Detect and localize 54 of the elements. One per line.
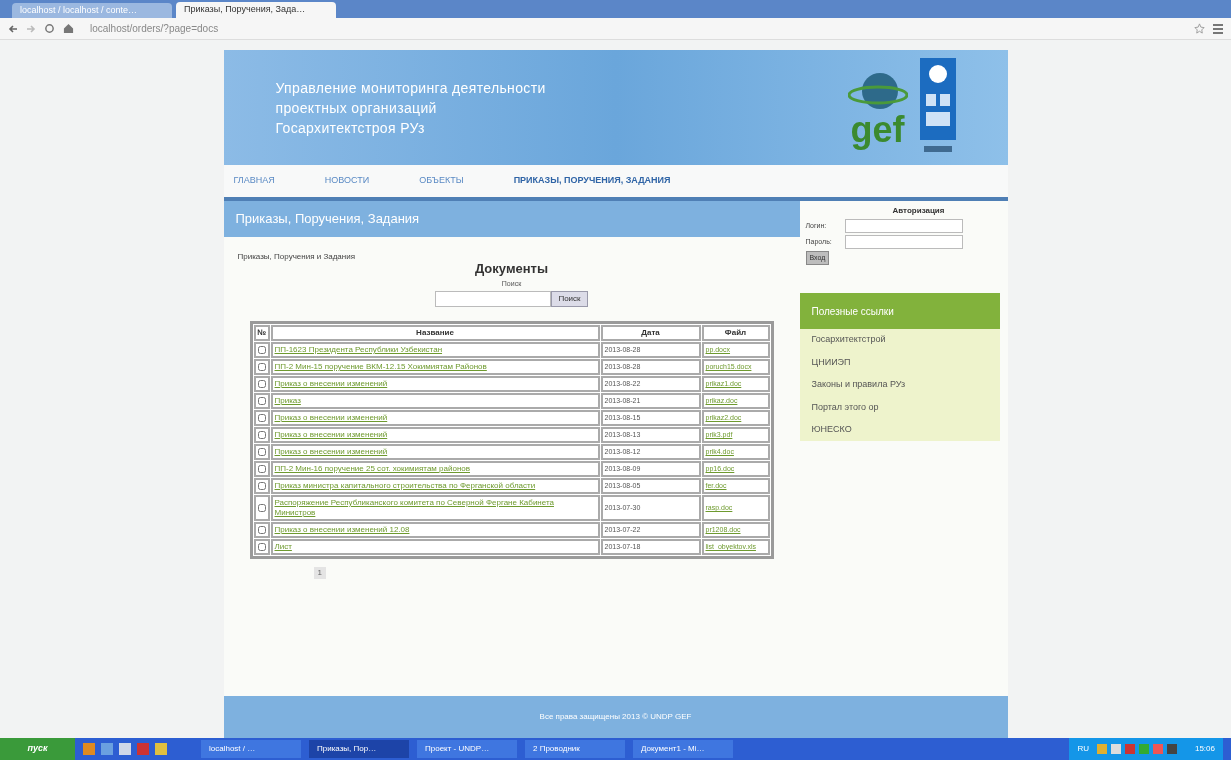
nav-link[interactable]: ОБЪЕКТЫ <box>419 174 464 188</box>
browser-tab[interactable]: Приказы, Поручения, Зада… <box>176 2 336 18</box>
browser-tab[interactable]: localhost / localhost / conte… <box>12 3 172 18</box>
reload-icon[interactable] <box>44 23 55 34</box>
row-checkbox[interactable] <box>257 525 266 534</box>
link-item[interactable]: Госархитектстрой <box>811 333 988 347</box>
link-item[interactable]: Портал этого ор <box>811 400 988 414</box>
row-checkbox[interactable] <box>257 464 266 473</box>
login-field[interactable] <box>844 219 963 233</box>
footer: Все права защищены 2013 © UNDP GEF <box>223 696 1008 738</box>
row-checkbox[interactable] <box>257 396 266 405</box>
row-checkbox[interactable] <box>257 379 266 388</box>
column-header: Дата <box>600 325 701 341</box>
row-checkbox[interactable] <box>257 503 266 512</box>
section-heading: Документы <box>474 260 549 278</box>
nav-link[interactable]: ПРИКАЗЫ, ПОРУЧЕНИЯ, ЗАДАНИЯ <box>513 174 671 188</box>
clock: 15:06 <box>1194 743 1215 755</box>
language-indicator: RU <box>1077 743 1089 755</box>
links-heading: Полезные ссылки <box>799 293 1000 329</box>
home-icon[interactable] <box>63 23 74 34</box>
row-checkbox[interactable] <box>257 542 266 551</box>
column-header: Файл <box>701 325 770 341</box>
search-field[interactable] <box>435 291 552 307</box>
nav-link[interactable]: НОВОСТИ <box>324 174 370 188</box>
star-icon[interactable] <box>1194 23 1205 34</box>
banner-title-line: Управление мониторинга деятельности <box>275 78 546 98</box>
row-checkbox[interactable] <box>257 345 266 354</box>
password-field[interactable] <box>844 235 963 249</box>
banner-title-line: Госархитектстроя РУз <box>275 118 426 138</box>
taskbar-item[interactable]: localhost / … <box>201 740 301 758</box>
page-title-bar: Приказы, Поручения, Задания <box>223 201 800 237</box>
start-button[interactable]: пуск <box>0 738 75 760</box>
menu-icon[interactable] <box>1213 23 1223 34</box>
row-checkbox[interactable] <box>257 430 266 439</box>
row-checkbox[interactable] <box>257 413 266 422</box>
link-item[interactable]: ЮНЕСКО <box>811 423 988 437</box>
row-checkbox[interactable] <box>257 362 266 371</box>
taskbar-item[interactable]: Документ1 - Mi… <box>633 740 733 758</box>
row-checkbox[interactable] <box>257 447 266 456</box>
link-item[interactable]: ЦНИИЭП <box>811 355 988 369</box>
taskbar-item[interactable]: 2 Проводник <box>525 740 625 758</box>
page-link[interactable]: 1 <box>313 567 326 579</box>
login-heading: Авторизация <box>892 205 945 217</box>
breadcrumb: Приказы, Поручения и Задания <box>237 251 356 263</box>
search-button[interactable]: Поиск <box>551 291 588 307</box>
taskbar-item[interactable]: Проект - UNDP… <box>417 740 517 758</box>
row-checkbox[interactable] <box>257 481 266 490</box>
taskbar-item[interactable]: Приказы, Пор… <box>309 740 409 758</box>
banner-title-line: проектных организаций <box>275 98 438 118</box>
back-icon[interactable] <box>8 23 18 34</box>
link-item[interactable]: Законы и правила РУз <box>811 378 988 392</box>
column-header: Название <box>270 325 600 341</box>
nav-link[interactable]: ГЛАВНАЯ <box>233 174 275 188</box>
column-header: № <box>253 325 270 341</box>
